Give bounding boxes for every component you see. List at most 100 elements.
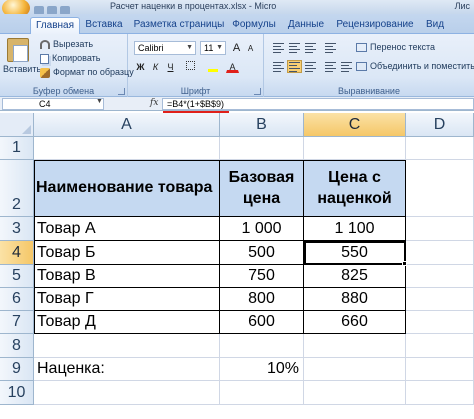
grow-font-button[interactable]: A <box>230 41 243 54</box>
fill-handle[interactable] <box>402 261 407 266</box>
cell-b9[interactable]: 10% <box>220 358 304 381</box>
column-header-d[interactable]: D <box>406 113 474 137</box>
tab-page-layout[interactable]: Разметка страницы <box>130 17 228 34</box>
row-header-9[interactable]: 9 <box>0 358 34 381</box>
increase-indent-icon[interactable] <box>340 61 353 72</box>
align-middle-icon[interactable] <box>288 42 301 53</box>
row-header-3[interactable]: 3 <box>0 217 34 241</box>
cell-c6[interactable]: 880 <box>304 288 406 311</box>
orientation-icon[interactable] <box>324 42 337 53</box>
row-header-5[interactable]: 5 <box>0 265 34 288</box>
cell-d8[interactable] <box>406 334 474 358</box>
cut-label: Вырезать <box>53 39 94 49</box>
cell-a9[interactable]: Наценка: <box>34 358 220 381</box>
clipboard-launcher-icon[interactable] <box>118 88 125 95</box>
row-header-10[interactable]: 10 <box>0 381 34 405</box>
font-size-select[interactable]: 11 ▼ <box>200 41 226 55</box>
cell-b2[interactable]: Базовая цена <box>220 160 304 217</box>
cell-a1[interactable] <box>34 137 220 160</box>
tab-formulas[interactable]: Формулы <box>228 17 280 34</box>
cell-a5[interactable]: Товар В <box>34 265 220 288</box>
cell-d1[interactable] <box>406 137 474 160</box>
cell-a8[interactable] <box>34 334 220 358</box>
cell-c8[interactable] <box>304 334 406 358</box>
cell-b8[interactable] <box>220 334 304 358</box>
row-header-4[interactable]: 4 <box>0 241 34 265</box>
cell-d7[interactable] <box>406 311 474 334</box>
shrink-font-button[interactable]: A <box>244 41 257 54</box>
cell-d6[interactable] <box>406 288 474 311</box>
cell-d9[interactable] <box>406 358 474 381</box>
font-launcher-icon[interactable] <box>254 88 261 95</box>
font-name-select[interactable]: Calibri ▼ <box>134 41 196 55</box>
cell-c3[interactable]: 1 100 <box>304 217 406 241</box>
cell-b3[interactable]: 1 000 <box>220 217 304 241</box>
cell-b4[interactable]: 500 <box>220 241 304 265</box>
cell-c9[interactable] <box>304 358 406 381</box>
name-box[interactable]: C4 <box>2 98 104 110</box>
chevron-down-icon[interactable]: ▼ <box>96 98 103 105</box>
align-bottom-icon[interactable] <box>304 42 317 53</box>
paste-button[interactable]: Вставить <box>3 64 41 75</box>
font-color-button[interactable]: A <box>226 60 239 73</box>
cell-d2[interactable] <box>406 160 474 217</box>
copy-button[interactable]: Копировать <box>40 53 100 64</box>
cell-d3[interactable] <box>406 217 474 241</box>
row-header-1[interactable]: 1 <box>0 137 34 160</box>
cell-a2[interactable]: Наименование товара <box>34 160 220 217</box>
tab-home[interactable]: Главная <box>30 17 80 34</box>
cell-c5[interactable]: 825 <box>304 265 406 288</box>
cell-b1[interactable] <box>220 137 304 160</box>
tab-view[interactable]: Вид <box>420 17 450 34</box>
cell-b5[interactable]: 750 <box>220 265 304 288</box>
formula-input[interactable]: =B4*(1+$B$9) <box>162 98 474 110</box>
format-painter-button[interactable]: Формат по образцу <box>40 67 134 78</box>
scissors-icon <box>40 40 50 50</box>
row-header-6[interactable]: 6 <box>0 288 34 311</box>
row-header-7[interactable]: 7 <box>0 311 34 334</box>
underline-button[interactable]: Ч <box>164 60 177 73</box>
tab-insert[interactable]: Вставка <box>82 17 126 34</box>
cell-c7[interactable]: 660 <box>304 311 406 334</box>
align-center-icon[interactable] <box>287 60 302 73</box>
cell-c2[interactable]: Цена с наценкой <box>304 160 406 217</box>
cell-b10[interactable] <box>220 381 304 405</box>
insert-function-button[interactable]: fx <box>150 98 158 108</box>
fill-color-button[interactable] <box>206 60 219 73</box>
cut-button[interactable]: Вырезать <box>40 39 93 50</box>
select-all-corner[interactable] <box>0 113 34 137</box>
tab-data[interactable]: Данные <box>282 17 330 34</box>
chevron-down-icon: ▼ <box>186 44 193 51</box>
cell-a10[interactable] <box>34 381 220 405</box>
ribbon-tabs: Главная Вставка Разметка страницы Формул… <box>0 14 474 34</box>
cell-d4[interactable] <box>406 241 474 265</box>
paste-icon[interactable] <box>7 38 29 62</box>
cell-b6[interactable]: 800 <box>220 288 304 311</box>
align-top-icon[interactable] <box>272 42 285 53</box>
merge-center-button[interactable]: Объединить и поместить в ц <box>356 61 474 72</box>
cell-d5[interactable] <box>406 265 474 288</box>
column-header-b[interactable]: B <box>220 113 304 137</box>
cell-d10[interactable] <box>406 381 474 405</box>
cell-b7[interactable]: 600 <box>220 311 304 334</box>
cell-a6[interactable]: Товар Г <box>34 288 220 311</box>
cell-c10[interactable] <box>304 381 406 405</box>
cell-c1[interactable] <box>304 137 406 160</box>
cell-a3[interactable]: Товар А <box>34 217 220 241</box>
wrap-text-button[interactable]: Перенос текста <box>356 42 435 53</box>
column-header-a[interactable]: A <box>34 113 220 137</box>
cell-c4[interactable]: 550 <box>304 241 406 265</box>
row-header-2[interactable]: 2 <box>0 160 34 217</box>
column-header-c[interactable]: C <box>304 113 406 137</box>
align-right-icon[interactable] <box>304 61 317 72</box>
bold-button[interactable]: Ж <box>134 60 147 73</box>
cell-a4[interactable]: Товар Б <box>34 241 220 265</box>
clipboard-group: Вставить Вырезать Копировать Формат по о… <box>0 34 134 97</box>
row-header-8[interactable]: 8 <box>0 334 34 358</box>
align-left-icon[interactable] <box>272 61 285 72</box>
decrease-indent-icon[interactable] <box>324 61 337 72</box>
borders-button[interactable] <box>184 60 197 73</box>
tab-review[interactable]: Рецензирование <box>332 17 418 34</box>
cell-a7[interactable]: Товар Д <box>34 311 220 334</box>
italic-button[interactable]: К <box>149 60 162 73</box>
